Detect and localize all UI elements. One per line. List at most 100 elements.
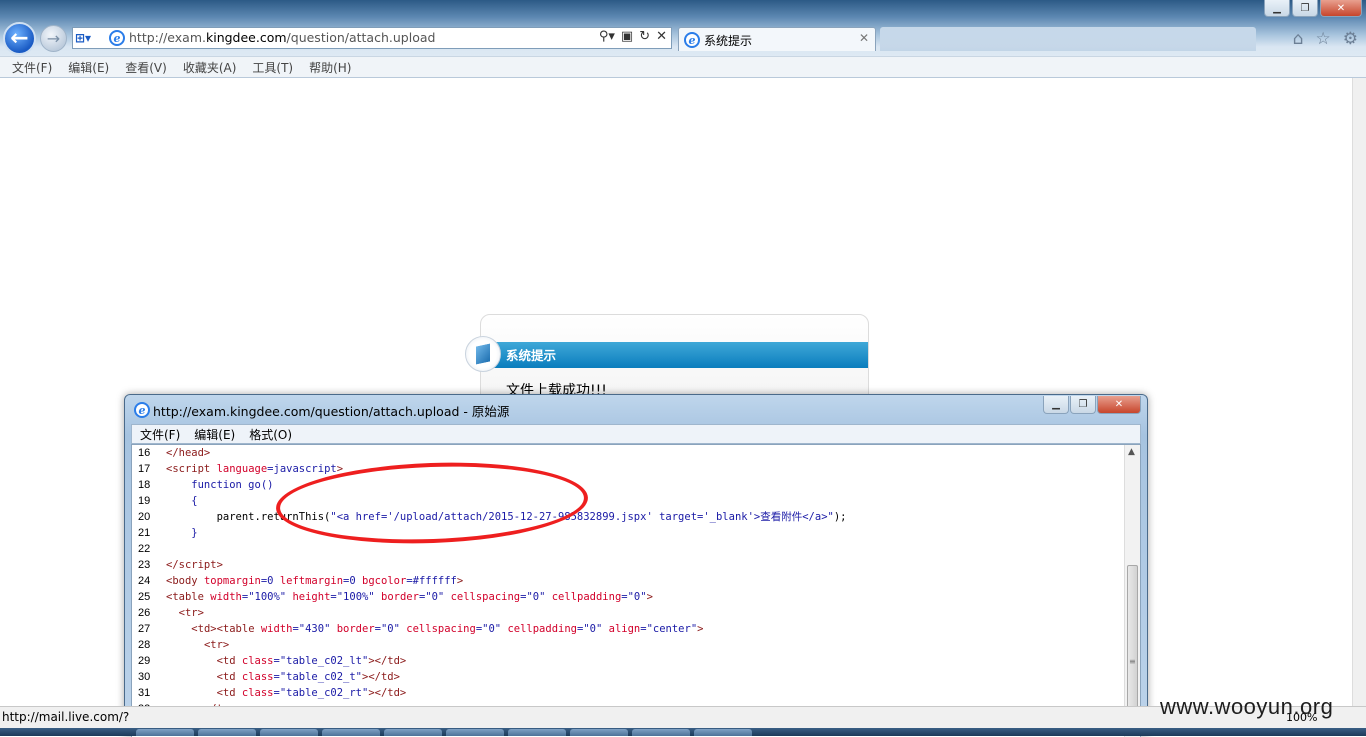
line-code: <td class="table_c02_rt"></td> bbox=[216, 687, 407, 699]
source-maximize-button[interactable]: ❐ bbox=[1070, 396, 1096, 414]
address-url[interactable]: http://exam.kingdee.com/question/attach.… bbox=[129, 30, 435, 45]
source-scrollbar[interactable]: ▲ ≡ bbox=[1124, 445, 1140, 737]
close-button[interactable]: ✕ bbox=[1320, 0, 1362, 17]
source-line: 22 bbox=[132, 541, 1122, 557]
view-source-window: e http://exam.kingdee.com/question/attac… bbox=[124, 394, 1148, 737]
line-number: 24 bbox=[138, 575, 151, 587]
line-code: <body topmargin=0 leftmargin=0 bgcolor=#… bbox=[166, 575, 464, 587]
line-code: { bbox=[166, 495, 198, 507]
maximize-button[interactable]: ❐ bbox=[1292, 0, 1318, 17]
taskbar-button[interactable] bbox=[694, 729, 752, 736]
minimize-button[interactable]: ▁ bbox=[1264, 0, 1290, 17]
source-menu-format[interactable]: 格式(O) bbox=[249, 426, 292, 443]
back-button[interactable]: ← bbox=[3, 22, 36, 55]
window-ie-icon: e bbox=[134, 402, 150, 418]
line-number: 20 bbox=[138, 511, 151, 523]
refresh-icon[interactable]: ↻ bbox=[639, 29, 650, 44]
taskbar-button[interactable] bbox=[508, 729, 566, 736]
source-line: 21 } bbox=[132, 525, 1122, 541]
line-number: 22 bbox=[138, 543, 151, 555]
gear-icon[interactable]: ⚙ bbox=[1343, 29, 1358, 49]
url-path: /question/attach.upload bbox=[286, 30, 436, 45]
line-code: } bbox=[166, 527, 198, 539]
source-minimize-button[interactable]: ▁ bbox=[1043, 396, 1069, 414]
scroll-up-icon[interactable]: ▲ bbox=[1128, 447, 1135, 457]
menu-edit[interactable]: 编辑(E) bbox=[68, 59, 109, 76]
menu-favorites[interactable]: 收藏夹(A) bbox=[183, 59, 237, 76]
line-number: 19 bbox=[138, 495, 151, 507]
line-code: function go() bbox=[166, 479, 274, 491]
line-code: <td><table width="430" border="0" cellsp… bbox=[191, 623, 704, 635]
tab-close-icon[interactable]: ✕ bbox=[859, 31, 869, 45]
line-code: </head> bbox=[166, 447, 211, 459]
command-icons: ⌂ ☆ ⚙ bbox=[1293, 29, 1358, 49]
source-line: 30 <td class="table_c02_t"></td> bbox=[132, 669, 1122, 685]
home-icon[interactable]: ⌂ bbox=[1293, 29, 1304, 49]
source-window-title: http://exam.kingdee.com/question/attach.… bbox=[153, 404, 510, 419]
line-code: <table width="100%" height="100%" border… bbox=[166, 591, 653, 603]
scroll-grip-icon: ≡ bbox=[1129, 657, 1136, 666]
compatibility-dropdown-icon[interactable]: ⊞▾ bbox=[75, 29, 101, 47]
line-code: <td class="table_c02_t"></td> bbox=[216, 671, 400, 683]
line-number: 25 bbox=[138, 591, 151, 603]
system-dialog-title: 系统提示 bbox=[506, 348, 557, 363]
source-menu-file[interactable]: 文件(F) bbox=[140, 426, 180, 443]
line-number: 29 bbox=[138, 655, 151, 667]
source-line: 23 </script> bbox=[132, 557, 1122, 573]
source-line: 25 <table width="100%" height="100%" bord… bbox=[132, 589, 1122, 605]
menu-tools[interactable]: 工具(T) bbox=[252, 59, 293, 76]
taskbar-button[interactable] bbox=[570, 729, 628, 736]
line-number: 27 bbox=[138, 623, 151, 635]
line-number: 26 bbox=[138, 607, 151, 619]
source-line: 26 <tr> bbox=[132, 605, 1122, 621]
taskbar-button[interactable] bbox=[632, 729, 690, 736]
stop-icon[interactable]: ✕ bbox=[656, 29, 667, 44]
forward-button[interactable]: → bbox=[40, 25, 67, 52]
compatibility-view-icon[interactable]: ▣ bbox=[621, 29, 633, 44]
source-line: 28 <tr> bbox=[132, 637, 1122, 653]
menu-bar: 文件(F) 编辑(E) 查看(V) 收藏夹(A) 工具(T) 帮助(H) bbox=[0, 56, 1366, 78]
arrow-left-icon: ← bbox=[10, 26, 29, 51]
search-icon[interactable]: ⚲▾ bbox=[599, 29, 615, 44]
page-scrollbar[interactable] bbox=[1352, 78, 1366, 706]
taskbar-button[interactable] bbox=[446, 729, 504, 736]
source-window-controls: ▁ ❐ ✕ bbox=[1043, 396, 1141, 414]
window-controls: ▁ ❐ ✕ bbox=[1264, 0, 1362, 17]
line-number: 17 bbox=[138, 463, 151, 475]
line-number: 21 bbox=[138, 527, 151, 539]
url-prefix: http://exam. bbox=[129, 30, 206, 45]
taskbar-button[interactable] bbox=[322, 729, 380, 736]
favorites-icon[interactable]: ☆ bbox=[1316, 29, 1331, 49]
url-domain: kingdee.com bbox=[205, 30, 287, 45]
address-bar[interactable]: ⊞▾ e http://exam.kingdee.com/question/at… bbox=[72, 27, 672, 49]
tab-active[interactable]: e 系统提示 ✕ bbox=[678, 27, 876, 51]
source-line: 24 <body topmargin=0 leftmargin=0 bgcolor… bbox=[132, 573, 1122, 589]
source-line: 16 </head> bbox=[132, 445, 1122, 461]
line-code: </script> bbox=[166, 559, 223, 571]
watermark: www.wooyun.org bbox=[1160, 694, 1334, 719]
taskbar-button[interactable] bbox=[260, 729, 318, 736]
menu-help[interactable]: 帮助(H) bbox=[309, 59, 351, 76]
source-line: 17 <script language=javascript> bbox=[132, 461, 1122, 477]
line-code: <td class="table_c02_lt"></td> bbox=[216, 655, 407, 667]
source-close-button[interactable]: ✕ bbox=[1097, 396, 1141, 414]
menu-file[interactable]: 文件(F) bbox=[12, 59, 52, 76]
taskbar-button[interactable] bbox=[384, 729, 442, 736]
source-code-view[interactable]: 16 </head> 17 <script language=javascript> 1… bbox=[131, 444, 1141, 737]
tab-title: 系统提示 bbox=[704, 34, 753, 48]
taskbar-button[interactable] bbox=[198, 729, 256, 736]
notice-icon bbox=[465, 336, 501, 372]
status-url: http://mail.live.com/? bbox=[2, 710, 130, 724]
line-number: 23 bbox=[138, 559, 151, 571]
arrow-right-icon: → bbox=[46, 29, 61, 48]
line-code: <script language=javascript> bbox=[166, 463, 344, 475]
menu-view[interactable]: 查看(V) bbox=[125, 59, 167, 76]
source-menu-edit[interactable]: 编辑(E) bbox=[194, 426, 235, 443]
line-code: <tr> bbox=[178, 607, 204, 619]
line-number: 30 bbox=[138, 671, 151, 683]
taskbar-button[interactable] bbox=[136, 729, 194, 736]
line-number: 28 bbox=[138, 639, 151, 651]
browser-chrome: ▁ ❐ ✕ ← → ⊞▾ e http://exam.kingdee.com/q… bbox=[0, 0, 1366, 78]
new-tab-area[interactable] bbox=[880, 27, 1256, 51]
line-code: <tr> bbox=[203, 639, 230, 651]
